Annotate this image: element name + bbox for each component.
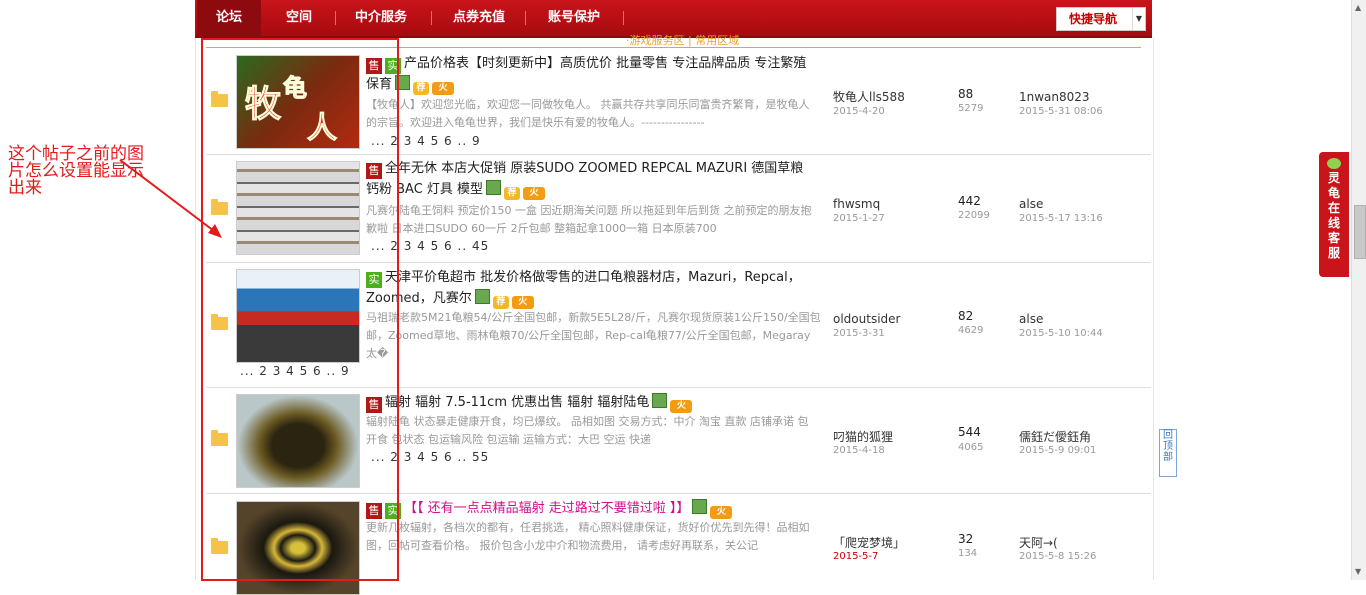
last-post-time[interactable]: 2015-5-31 08:06 <box>1019 106 1103 117</box>
scrollbar-thumb[interactable] <box>1354 205 1366 259</box>
hot-icon: 火 <box>670 400 693 413</box>
thread-title-line: 售实【【 还有一点点精品辐射 走过路过不要错过啦 】】火 <box>366 498 811 519</box>
thread-title-line: 售辐射 辐射 7.5-11cm 优惠出售 辐射 辐射陆龟火 <box>366 392 811 413</box>
thread-title[interactable]: 天津平价龟超市 批发价格做零售的进口龟粮器材店，Mazuri，Repcal，Zo… <box>366 270 801 306</box>
last-poster[interactable]: alse <box>1019 312 1043 326</box>
reply-count: 442 <box>958 194 981 208</box>
online-service-label: 灵龟在线客服 <box>1327 171 1340 260</box>
image-icon <box>474 289 490 304</box>
thread-title-line: 售全年无休 本店大促销 原装SUDO ZOOMED REPCAL MAZURI … <box>366 158 811 200</box>
last-post-time[interactable]: 2015-5-17 13:16 <box>1019 213 1103 224</box>
thread-title[interactable]: 【【 还有一点点精品辐射 走过路过不要错过啦 】】 <box>404 501 689 516</box>
quick-nav-label: 快捷导航 <box>1069 12 1118 26</box>
nav-divider <box>431 11 432 25</box>
nav-divider <box>525 11 526 25</box>
tab-space[interactable]: 空间 <box>267 0 331 36</box>
thread-author[interactable]: oldoutsider <box>833 312 933 326</box>
thread-date: 2015-4-20 <box>833 106 885 117</box>
page-scrollbar[interactable]: ▲ ▼ <box>1351 0 1366 580</box>
image-icon <box>652 393 668 408</box>
online-service-button[interactable]: 灵龟在线客服 <box>1319 152 1349 277</box>
annotation-arrow <box>119 159 222 238</box>
last-post-time[interactable]: 2015-5-10 10:44 <box>1019 328 1103 339</box>
view-count: 4065 <box>958 442 984 453</box>
nav-divider <box>623 11 624 25</box>
last-poster[interactable]: 1nwan8023 <box>1019 90 1090 104</box>
view-count: 5279 <box>958 103 984 114</box>
image-icon <box>486 180 502 195</box>
view-count: 134 <box>958 548 978 559</box>
reply-count: 32 <box>958 532 974 546</box>
last-post-time[interactable]: 2015-5-9 09:01 <box>1019 445 1096 456</box>
thread-excerpt: 辐射陆龟 状态暴走健康开食，均已爆纹。 品相如图 交易方式：中介 淘宝 直款 店… <box>366 415 809 446</box>
hot-icon: 火 <box>710 506 733 519</box>
reply-count: 88 <box>958 87 974 101</box>
recommend-icon: 荐 <box>413 82 430 95</box>
view-count: 4629 <box>958 325 984 336</box>
top-strip-text: ·游戏服务区 | 常用区域 <box>626 34 740 47</box>
tab-point-recharge[interactable]: 点券充值 <box>439 0 519 36</box>
chat-bubble-icon <box>1327 158 1341 169</box>
quick-nav-button[interactable]: 快捷导航 ▼ <box>1056 7 1146 31</box>
last-post-time[interactable]: 2015-5-8 15:26 <box>1019 551 1096 562</box>
thread-title[interactable]: 辐射 辐射 7.5-11cm 优惠出售 辐射 辐射陆龟 <box>385 395 649 410</box>
scroll-up-arrow-icon[interactable]: ▲ <box>1355 3 1361 12</box>
hot-icon: 火 <box>432 82 455 95</box>
reply-count: 82 <box>958 309 974 323</box>
thread-author[interactable]: 叼猫的狐狸 <box>833 428 933 445</box>
scroll-down-arrow-icon[interactable]: ▼ <box>1355 567 1361 576</box>
recommend-icon: 荐 <box>504 187 521 200</box>
thread-title-line: 实天津平价龟超市 批发价格做零售的进口龟粮器材店，Mazuri，Repcal，Z… <box>366 267 811 309</box>
thread-date: 2015-1-27 <box>833 213 885 224</box>
nav-divider <box>335 11 336 25</box>
hot-icon: 火 <box>523 187 546 200</box>
recommend-icon: 荐 <box>492 296 509 309</box>
thread-excerpt: 【牧龟人】欢迎您光临，欢迎您一同做牧龟人。 共赢共存共享同乐同富贵齐繁育，是牧龟… <box>366 98 810 129</box>
thread-date: 2015-4-18 <box>833 445 885 456</box>
last-poster[interactable]: 儒鈺だ僾鈺角 <box>1019 428 1091 445</box>
thread-author[interactable]: 「爬宠梦境」 <box>833 534 933 551</box>
thread-excerpt: 马祖瑞老款5M21龟粮54/公斤全国包邮，新款5E5L28/斤，凡赛尔现货原装1… <box>366 311 821 360</box>
thread-excerpt: 更新几枚辐射，各档次的都有，任君挑选， 精心照料健康保证，货好价优先到先得！品相… <box>366 521 810 552</box>
reply-count: 544 <box>958 425 981 439</box>
chevron-down-icon: ▼ <box>1132 8 1145 30</box>
hot-icon: 火 <box>511 296 534 309</box>
thread-author[interactable]: fhwsmq <box>833 197 933 211</box>
tab-account-protection[interactable]: 账号保护 <box>534 0 614 36</box>
thread-date: 2015-3-31 <box>833 328 885 339</box>
view-count: 22099 <box>958 210 990 221</box>
thread-author[interactable]: 牧龟人lls588 <box>833 88 933 105</box>
tab-agent-service[interactable]: 中介服务 <box>341 0 421 36</box>
last-poster[interactable]: 天阿→( <box>1019 534 1058 551</box>
thread-date: 2015-5-7 <box>833 551 879 562</box>
thread-title-line: 售实产品价格表【时刻更新中】高质优价 批量零售 专注品牌品质 专注繁殖保育荐火 <box>366 53 811 95</box>
image-icon <box>692 499 708 514</box>
last-poster[interactable]: alse <box>1019 197 1043 211</box>
thread-excerpt: 凡赛尔陆龟王饲料 预定价150 一盒 因近期海关问题 所以拖延到年后到货 之前预… <box>366 204 812 235</box>
back-to-top-button[interactable]: 回顶部 <box>1159 429 1177 477</box>
thread-title[interactable]: 全年无休 本店大促销 原装SUDO ZOOMED REPCAL MAZURI 德… <box>366 161 803 197</box>
